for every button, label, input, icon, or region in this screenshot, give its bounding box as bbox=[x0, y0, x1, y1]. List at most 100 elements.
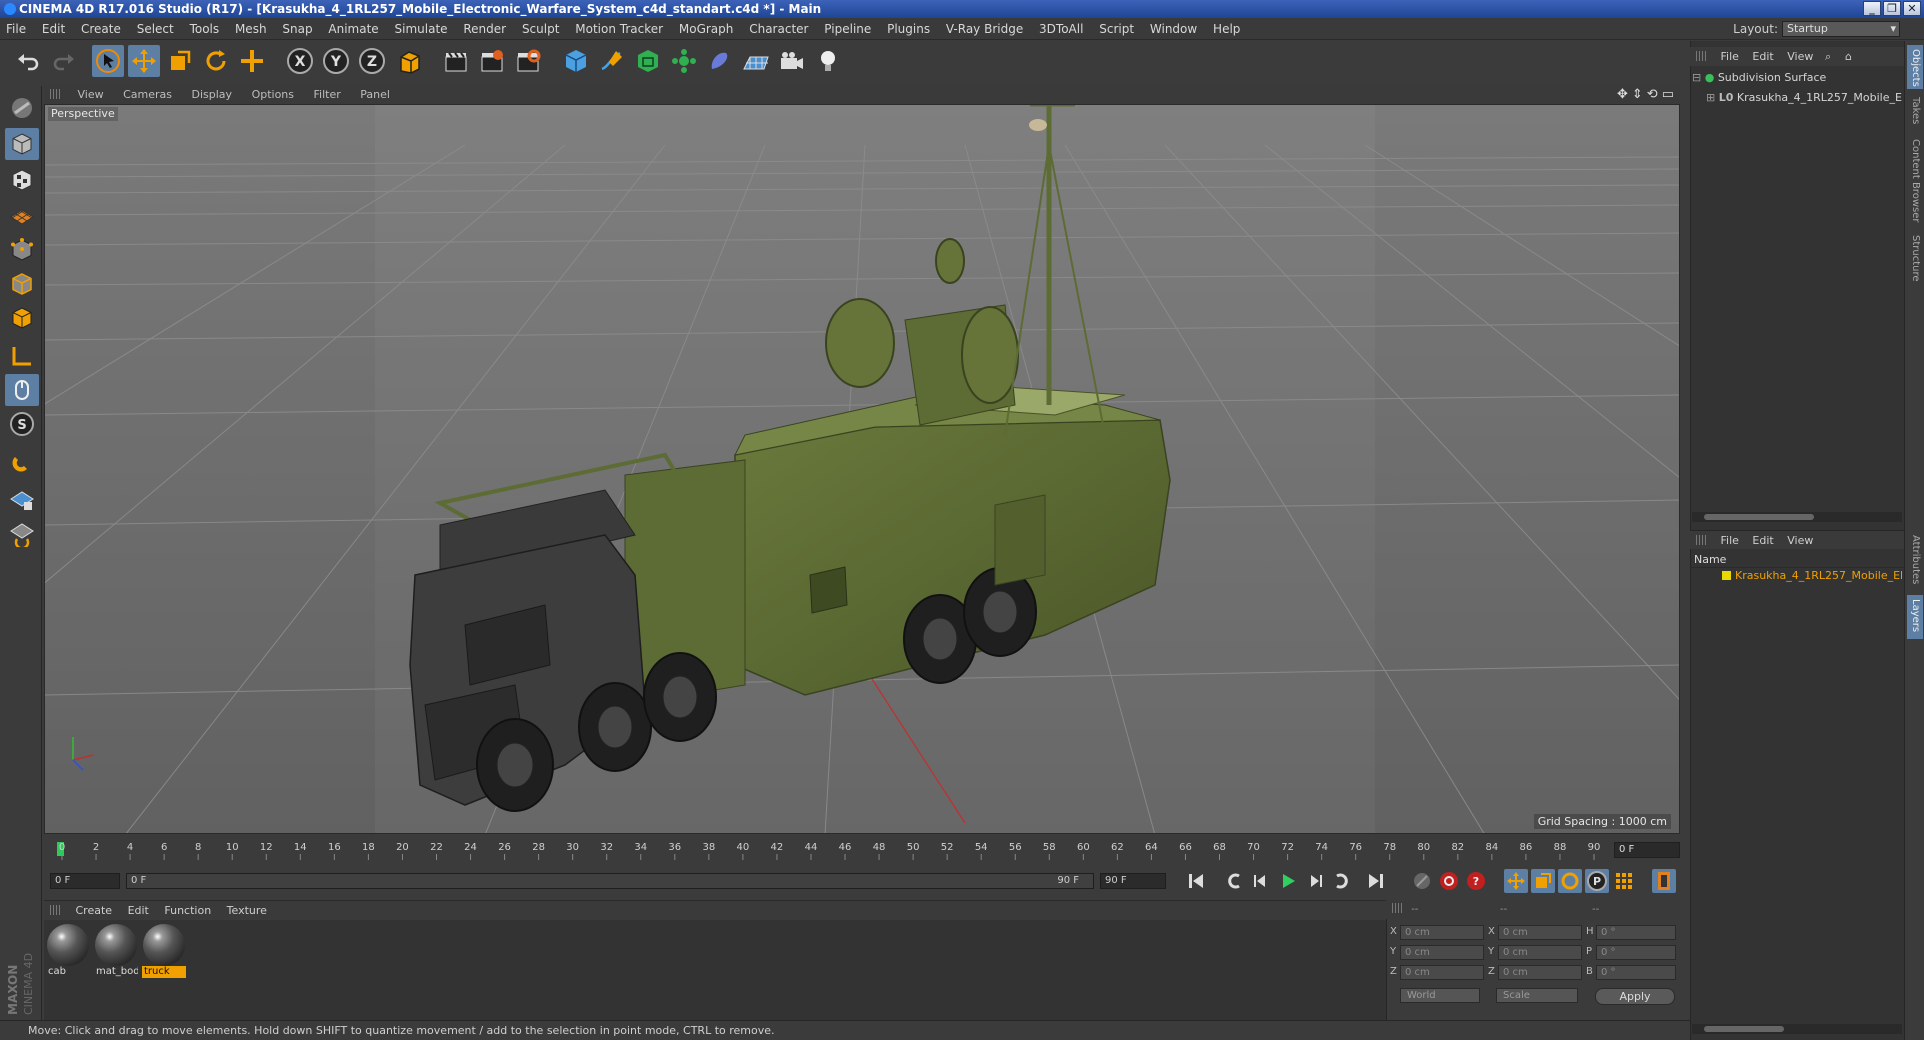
menu-create[interactable]: Create bbox=[81, 22, 121, 36]
menu-snap[interactable]: Snap bbox=[282, 22, 312, 36]
menu-simulate[interactable]: Simulate bbox=[395, 22, 448, 36]
panel-grip-icon[interactable] bbox=[50, 905, 62, 915]
minimize-button[interactable]: _ bbox=[1863, 1, 1881, 16]
add-light-button[interactable] bbox=[812, 45, 844, 77]
position-key-button[interactable] bbox=[1504, 869, 1528, 893]
menu-help[interactable]: Help bbox=[1213, 22, 1240, 36]
previous-frame-button[interactable] bbox=[1249, 869, 1273, 893]
scrollbar-thumb[interactable] bbox=[1704, 1026, 1784, 1032]
timeline-window-button[interactable] bbox=[1652, 869, 1676, 893]
magnet-tool-button[interactable] bbox=[5, 448, 39, 480]
add-camera-button[interactable] bbox=[776, 45, 808, 77]
object-menu-file[interactable]: File bbox=[1721, 50, 1739, 63]
panel-grip-icon[interactable] bbox=[50, 89, 62, 99]
layer-menu-edit[interactable]: Edit bbox=[1752, 534, 1773, 547]
material-swatch-cab[interactable]: cab bbox=[46, 924, 90, 980]
menu-select[interactable]: Select bbox=[137, 22, 174, 36]
object-manager-scrollbar[interactable] bbox=[1692, 512, 1902, 522]
z-axis-lock-button[interactable]: Z bbox=[356, 45, 388, 77]
tree-collapse-icon[interactable]: ⊟ bbox=[1692, 71, 1701, 84]
render-view-button[interactable] bbox=[440, 45, 472, 77]
parameter-key-button[interactable]: P bbox=[1585, 869, 1609, 893]
point-level-key-button[interactable] bbox=[1612, 869, 1636, 893]
scale-key-button[interactable] bbox=[1531, 869, 1555, 893]
tab-objects[interactable]: Objects bbox=[1907, 45, 1923, 89]
perspective-viewport[interactable]: Perspective Grid Spacing : 1000 cm bbox=[44, 104, 1680, 834]
live-selection-button[interactable] bbox=[92, 45, 124, 77]
layer-menu-view[interactable]: View bbox=[1787, 534, 1813, 547]
tab-content-browser[interactable]: Content Browser bbox=[1907, 135, 1923, 227]
panel-grip-icon[interactable] bbox=[1696, 535, 1708, 545]
viewport-menu-options[interactable]: Options bbox=[252, 88, 294, 101]
size-y-field[interactable]: 0 cm bbox=[1498, 945, 1582, 960]
recent-tools-button[interactable] bbox=[236, 45, 268, 77]
maximize-button[interactable]: ❐ bbox=[1883, 1, 1901, 16]
add-mograph-button[interactable] bbox=[668, 45, 700, 77]
object-tree-item[interactable]: ⊞ L0 Krasukha_4_1RL257_Mobile_Electr bbox=[1692, 90, 1902, 106]
scale-tool-button[interactable] bbox=[164, 45, 196, 77]
material-swatch-truck[interactable]: truck bbox=[142, 924, 186, 980]
move-tool-button[interactable] bbox=[128, 45, 160, 77]
viewport-menu-filter[interactable]: Filter bbox=[314, 88, 341, 101]
menu-character[interactable]: Character bbox=[749, 22, 808, 36]
viewport-menu-display[interactable]: Display bbox=[192, 88, 233, 101]
planar-workplane-button[interactable] bbox=[5, 518, 39, 550]
material-swatch-mat-bod[interactable]: mat_bod bbox=[94, 924, 138, 980]
current-frame-field[interactable]: 0 F bbox=[1614, 842, 1680, 858]
material-menu-texture[interactable]: Texture bbox=[227, 904, 267, 917]
orbit-view-icon[interactable]: ⟲ bbox=[1647, 87, 1658, 102]
viewport-menu-view[interactable]: View bbox=[78, 88, 104, 101]
size-z-field[interactable]: 0 cm bbox=[1498, 965, 1582, 980]
rotation-b-field[interactable]: 0 ° bbox=[1596, 965, 1676, 980]
next-key-button[interactable] bbox=[1330, 869, 1354, 893]
snap-toggle-button[interactable]: S bbox=[5, 408, 39, 440]
position-x-field[interactable]: 0 cm bbox=[1400, 925, 1484, 940]
next-frame-button[interactable] bbox=[1303, 869, 1327, 893]
menu-pipeline[interactable]: Pipeline bbox=[824, 22, 871, 36]
locked-workplane-button[interactable] bbox=[5, 484, 39, 516]
previous-key-button[interactable] bbox=[1222, 869, 1246, 893]
size-mode-dropdown[interactable]: Scale bbox=[1496, 988, 1578, 1003]
autokey-button[interactable] bbox=[1437, 869, 1461, 893]
add-cube-button[interactable] bbox=[560, 45, 592, 77]
model-mode-button[interactable] bbox=[5, 128, 39, 160]
pan-view-icon[interactable]: ✥ bbox=[1617, 87, 1628, 102]
y-axis-lock-button[interactable]: Y bbox=[320, 45, 352, 77]
redo-button[interactable] bbox=[48, 45, 80, 77]
size-x-field[interactable]: 0 cm bbox=[1498, 925, 1582, 940]
layout-dropdown[interactable]: Startup bbox=[1782, 21, 1900, 37]
polygons-mode-button[interactable] bbox=[5, 302, 39, 334]
panel-grip-icon[interactable] bbox=[1392, 903, 1404, 913]
make-editable-button[interactable] bbox=[5, 92, 39, 124]
add-floor-button[interactable] bbox=[740, 45, 772, 77]
menu-sculpt[interactable]: Sculpt bbox=[522, 22, 559, 36]
layer-item[interactable]: Krasukha_4_1RL257_Mobile_Electro bbox=[1692, 568, 1902, 584]
menu-plugins[interactable]: Plugins bbox=[887, 22, 930, 36]
edges-mode-button[interactable] bbox=[5, 268, 39, 300]
go-to-end-button[interactable] bbox=[1364, 869, 1388, 893]
menu-vray-bridge[interactable]: V-Ray Bridge bbox=[946, 22, 1023, 36]
menu-motion-tracker[interactable]: Motion Tracker bbox=[575, 22, 663, 36]
dolly-view-icon[interactable]: ⇕ bbox=[1632, 87, 1643, 102]
layer-color-swatch[interactable] bbox=[1722, 571, 1731, 580]
position-y-field[interactable]: 0 cm bbox=[1400, 945, 1484, 960]
add-deformer-button[interactable] bbox=[704, 45, 736, 77]
x-axis-lock-button[interactable]: X bbox=[284, 45, 316, 77]
scrollbar-thumb[interactable] bbox=[1704, 514, 1814, 520]
menu-animate[interactable]: Animate bbox=[328, 22, 378, 36]
render-to-picture-viewer-button[interactable] bbox=[476, 45, 508, 77]
menu-window[interactable]: Window bbox=[1150, 22, 1197, 36]
home-icon[interactable]: ⌂ bbox=[1845, 47, 1852, 66]
menu-render[interactable]: Render bbox=[463, 22, 506, 36]
object-menu-edit[interactable]: Edit bbox=[1752, 50, 1773, 63]
menu-script[interactable]: Script bbox=[1099, 22, 1134, 36]
timeline-ruler[interactable]: 0 2 4 6 8 10 12 14 16 18 20 22 24 26 28 30 32 34 36 38 40 42 4… bbox=[44, 838, 1680, 862]
close-button[interactable]: ✕ bbox=[1903, 1, 1921, 16]
tab-structure[interactable]: Structure bbox=[1907, 231, 1923, 291]
layer-menu-file[interactable]: File bbox=[1721, 534, 1739, 547]
menu-mesh[interactable]: Mesh bbox=[235, 22, 267, 36]
object-tree-item[interactable]: ⊟ ● Subdivision Surface bbox=[1692, 70, 1902, 86]
position-z-field[interactable]: 0 cm bbox=[1400, 965, 1484, 980]
menu-edit[interactable]: Edit bbox=[42, 22, 65, 36]
material-menu-function[interactable]: Function bbox=[164, 904, 211, 917]
